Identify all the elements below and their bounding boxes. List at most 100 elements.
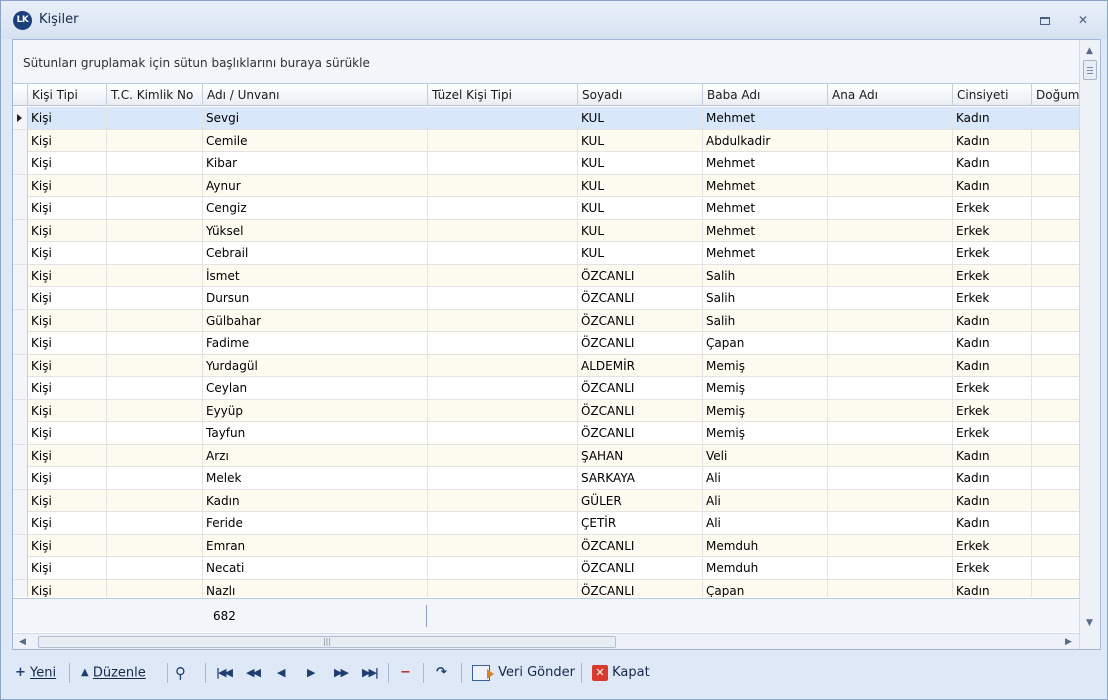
cell-tuzel-kisi-tipi[interactable] <box>428 579 578 597</box>
cell-ana-adi[interactable] <box>828 557 953 579</box>
cell-adi-unvani[interactable]: Yurdagül <box>203 354 428 377</box>
row-indicator[interactable] <box>13 129 28 152</box>
table-row[interactable]: Kişi Aynur KUL Mehmet Kadın <box>13 174 1079 197</box>
cell-tc-kimlik-no[interactable] <box>107 467 203 489</box>
prev-page-button[interactable]: ◀◀ <box>246 660 261 686</box>
cell-baba-adi[interactable]: Memduh <box>703 534 828 557</box>
row-indicator[interactable] <box>13 534 28 557</box>
close-button[interactable]: ✕ Kapat <box>592 660 650 686</box>
cell-dogum[interactable] <box>1032 130 1079 152</box>
next-record-button[interactable]: ▶ <box>307 660 316 686</box>
cell-ana-adi[interactable] <box>828 242 953 264</box>
cell-baba-adi[interactable]: Salih <box>703 264 828 287</box>
table-row[interactable]: Kişi Fadime ÖZCANLI Çapan Kadın <box>13 332 1079 355</box>
cell-adi-unvani[interactable]: Fadime <box>203 332 428 354</box>
cell-adi-unvani[interactable]: Nazlı <box>203 579 428 597</box>
cell-adi-unvani[interactable]: Ceylan <box>203 377 428 399</box>
horizontal-scrollbar[interactable]: ◀ ||| ▶ <box>13 633 1079 649</box>
cell-soyadi[interactable]: ÖZCANLI <box>578 557 703 579</box>
cell-dogum[interactable] <box>1032 535 1079 557</box>
cell-baba-adi[interactable]: Memiş <box>703 354 828 377</box>
cell-cinsiyeti[interactable]: Kadın <box>953 512 1032 534</box>
cell-kisi-tipi[interactable]: Kişi <box>28 467 107 489</box>
cell-dogum[interactable] <box>1032 355 1079 377</box>
cell-dogum[interactable] <box>1032 287 1079 309</box>
cell-adi-unvani[interactable]: Yüksel <box>203 219 428 242</box>
cell-baba-adi[interactable]: Mehmet <box>703 197 828 219</box>
cell-tuzel-kisi-tipi[interactable] <box>428 309 578 332</box>
cell-cinsiyeti[interactable]: Erkek <box>953 377 1032 399</box>
cell-soyadi[interactable]: ÖZCANLI <box>578 377 703 399</box>
cell-ana-adi[interactable] <box>828 107 953 129</box>
cell-adi-unvani[interactable]: Feride <box>203 512 428 534</box>
table-row[interactable]: Kişi Tayfun ÖZCANLI Memiş Erkek <box>13 422 1079 445</box>
row-indicator[interactable] <box>13 287 28 309</box>
column-header-tc-kimlik-no[interactable]: T.C. Kimlik No <box>107 84 203 106</box>
table-row[interactable]: Kişi Cebrail KUL Mehmet Erkek <box>13 242 1079 265</box>
cell-cinsiyeti[interactable]: Kadın <box>953 309 1032 332</box>
cell-kisi-tipi[interactable]: Kişi <box>28 489 107 512</box>
cell-ana-adi[interactable] <box>828 444 953 467</box>
cell-tuzel-kisi-tipi[interactable] <box>428 287 578 309</box>
cell-ana-adi[interactable] <box>828 219 953 242</box>
cell-adi-unvani[interactable]: Melek <box>203 467 428 489</box>
cell-ana-adi[interactable] <box>828 512 953 534</box>
table-row[interactable]: Kişi Cemile KUL Abdulkadir Kadın <box>13 129 1079 152</box>
group-by-panel[interactable]: Sütunları gruplamak için sütun başlıklar… <box>13 40 1079 84</box>
cell-kisi-tipi[interactable]: Kişi <box>28 534 107 557</box>
cell-cinsiyeti[interactable]: Erkek <box>953 422 1032 444</box>
row-indicator[interactable] <box>13 512 28 534</box>
vertical-scroll-thumb[interactable] <box>1083 60 1097 80</box>
cell-tc-kimlik-no[interactable] <box>107 107 203 129</box>
cell-kisi-tipi[interactable]: Kişi <box>28 107 107 129</box>
cell-cinsiyeti[interactable]: Erkek <box>953 557 1032 579</box>
cell-tuzel-kisi-tipi[interactable] <box>428 354 578 377</box>
delete-button[interactable]: − <box>400 660 411 686</box>
cell-adi-unvani[interactable]: Cengiz <box>203 197 428 219</box>
cell-ana-adi[interactable] <box>828 332 953 354</box>
cell-tc-kimlik-no[interactable] <box>107 579 203 597</box>
cell-kisi-tipi[interactable]: Kişi <box>28 354 107 377</box>
row-indicator[interactable] <box>13 152 28 174</box>
next-page-button[interactable]: ▶▶ <box>334 660 349 686</box>
cell-tuzel-kisi-tipi[interactable] <box>428 377 578 399</box>
cell-kisi-tipi[interactable]: Kişi <box>28 152 107 174</box>
cell-baba-adi[interactable]: Mehmet <box>703 219 828 242</box>
cell-ana-adi[interactable] <box>828 399 953 422</box>
table-row[interactable]: Kişi Yurdagül ALDEMİR Memiş Kadın <box>13 354 1079 377</box>
table-row[interactable]: Kişi Sevgi KUL Mehmet Kadın <box>13 107 1079 130</box>
last-record-button[interactable]: ▶▶| <box>362 660 379 686</box>
cell-dogum[interactable] <box>1032 467 1079 489</box>
cell-tc-kimlik-no[interactable] <box>107 534 203 557</box>
cell-baba-adi[interactable]: Ali <box>703 489 828 512</box>
cell-tuzel-kisi-tipi[interactable] <box>428 444 578 467</box>
cell-dogum[interactable] <box>1032 580 1079 598</box>
row-indicator[interactable] <box>13 332 28 354</box>
row-indicator[interactable] <box>13 107 28 129</box>
cell-tuzel-kisi-tipi[interactable] <box>428 129 578 152</box>
cell-tc-kimlik-no[interactable] <box>107 264 203 287</box>
cell-dogum[interactable] <box>1032 152 1079 174</box>
cell-adi-unvani[interactable]: Kadın <box>203 489 428 512</box>
cell-adi-unvani[interactable]: Gülbahar <box>203 309 428 332</box>
cell-kisi-tipi[interactable]: Kişi <box>28 197 107 219</box>
cell-cinsiyeti[interactable]: Erkek <box>953 219 1032 242</box>
cell-tuzel-kisi-tipi[interactable] <box>428 557 578 579</box>
cell-baba-adi[interactable]: Ali <box>703 512 828 534</box>
cell-kisi-tipi[interactable]: Kişi <box>28 174 107 197</box>
cell-baba-adi[interactable]: Salih <box>703 287 828 309</box>
cell-tuzel-kisi-tipi[interactable] <box>428 242 578 264</box>
cell-ana-adi[interactable] <box>828 467 953 489</box>
cell-baba-adi[interactable]: Memiş <box>703 422 828 444</box>
cell-baba-adi[interactable]: Memduh <box>703 557 828 579</box>
cell-ana-adi[interactable] <box>828 287 953 309</box>
cell-baba-adi[interactable]: Ali <box>703 467 828 489</box>
cell-adi-unvani[interactable]: Eyyüp <box>203 399 428 422</box>
cell-ana-adi[interactable] <box>828 309 953 332</box>
table-row[interactable]: Kişi İsmet ÖZCANLI Salih Erkek <box>13 264 1079 287</box>
cell-adi-unvani[interactable]: Sevgi <box>203 107 428 129</box>
cell-soyadi[interactable]: ÖZCANLI <box>578 264 703 287</box>
cell-adi-unvani[interactable]: Kibar <box>203 152 428 174</box>
column-header-ana-adi[interactable]: Ana Adı <box>828 84 953 106</box>
cell-adi-unvani[interactable]: İsmet <box>203 264 428 287</box>
